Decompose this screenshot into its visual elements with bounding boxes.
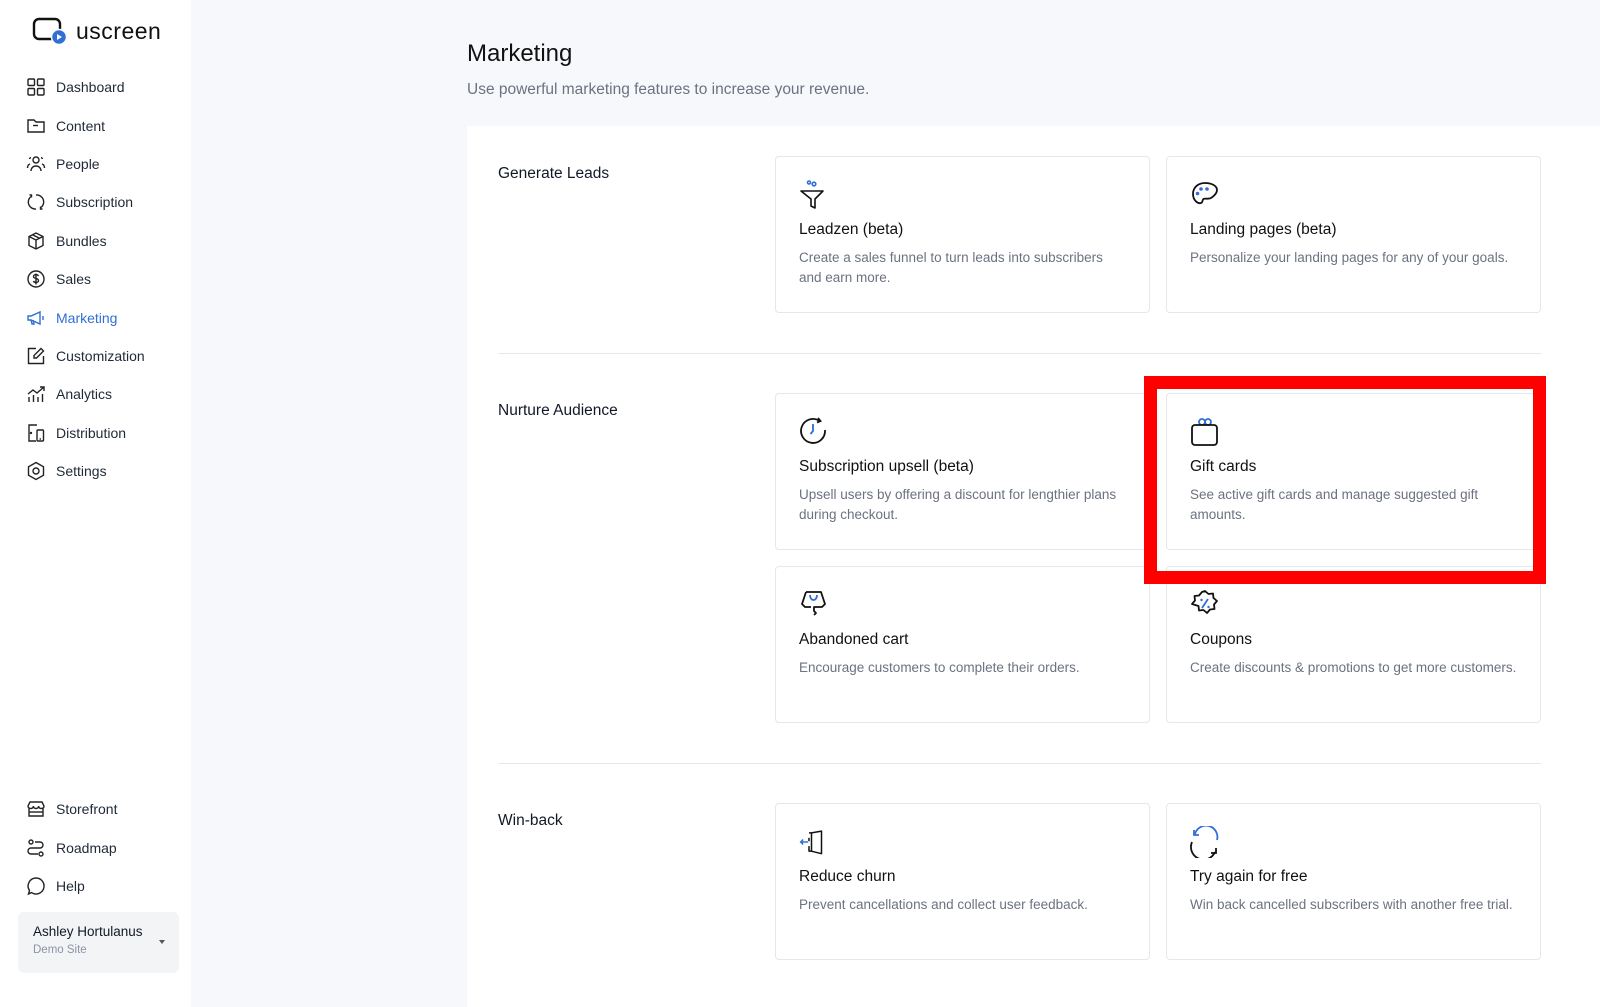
section-label-win-back: Win-back <box>498 812 563 829</box>
caret-down-icon <box>159 940 165 944</box>
sidebar-item-label: Subscription <box>56 194 134 211</box>
roadmap-icon <box>27 838 44 857</box>
card-gift-cards[interactable]: Gift cards See active gift cards and man… <box>1166 393 1541 550</box>
section-divider <box>498 763 1541 764</box>
sidebar-item-label: Roadmap <box>56 839 117 856</box>
card-title: Gift cards <box>1190 458 1257 475</box>
dollar-circle-icon <box>27 270 45 288</box>
card-description: Win back cancelled subscribers with anot… <box>1190 897 1513 912</box>
sidebar-item-settings[interactable]: Settings <box>26 452 145 490</box>
account-switcher[interactable]: Ashley Hortulanus Demo Site <box>18 912 179 973</box>
sidebar-item-label: Bundles <box>56 232 107 249</box>
uscreen-logo-icon <box>32 17 68 46</box>
card-title: Coupons <box>1190 631 1253 648</box>
sidebar-item-label: Storefront <box>56 801 118 818</box>
sidebar-item-people[interactable]: People <box>26 145 145 183</box>
card-description: Create discounts & promotions to get mor… <box>1190 660 1517 675</box>
card-title: Leadzen (beta) <box>799 221 904 238</box>
card-abandoned-cart[interactable]: Abandoned cart Encourage customers to co… <box>775 566 1150 723</box>
sidebar-item-subscription[interactable]: Subscription <box>26 183 145 221</box>
sidebar-item-label: Settings <box>56 463 107 480</box>
card-subscription-upsell[interactable]: Subscription upsell (beta) Upsell users … <box>775 393 1150 550</box>
card-title: Landing pages (beta) <box>1190 221 1337 238</box>
sidebar-item-dashboard[interactable]: Dashboard <box>26 68 145 106</box>
sidebar-item-label: People <box>56 155 100 172</box>
dashboard-grid-icon <box>27 78 45 96</box>
card-title: Abandoned cart <box>799 631 909 648</box>
subscription-cycle-icon <box>27 194 45 211</box>
page-title: Marketing <box>467 40 573 67</box>
sidebar-item-label: Dashboard <box>56 79 125 96</box>
card-coupons[interactable]: Coupons Create discounts & promotions to… <box>1166 566 1541 723</box>
devices-icon <box>28 424 45 442</box>
gift-icon <box>1191 418 1218 446</box>
logo[interactable]: uscreen <box>32 16 161 46</box>
megaphone-icon <box>27 310 44 325</box>
card-title: Subscription upsell (beta) <box>799 458 974 475</box>
account-name: Ashley Hortulanus <box>33 924 143 939</box>
funnel-icon <box>800 180 824 209</box>
sidebar-item-label: Distribution <box>56 424 127 441</box>
percent-badge-icon <box>1191 590 1218 614</box>
box-icon <box>28 231 44 250</box>
sidebar-item-analytics[interactable]: Analytics <box>26 375 145 413</box>
account-site: Demo Site <box>33 944 87 956</box>
brand-name: uscreen <box>76 17 162 44</box>
retry-arrows-icon <box>1190 826 1219 858</box>
card-reduce-churn[interactable]: Reduce churn Prevent cancellations and c… <box>775 803 1150 960</box>
settings-hexagon-icon <box>27 461 45 481</box>
section-divider <box>498 353 1541 354</box>
section-label-generate-leads: Generate Leads <box>498 165 610 182</box>
card-description: Prevent cancellations and collect user f… <box>799 897 1088 912</box>
shopping-bag-icon <box>801 591 826 616</box>
sidebar-item-bundles[interactable]: Bundles <box>26 222 145 260</box>
sidebar-item-sales[interactable]: Sales <box>26 260 145 298</box>
sidebar-item-label: Analytics <box>56 386 113 403</box>
sidebar-item-label: Marketing <box>56 309 118 326</box>
sidebar-nav: Dashboard Content People Subscription Bu… <box>26 68 145 490</box>
sidebar-item-marketing[interactable]: Marketing <box>26 298 145 336</box>
clock-refresh-icon <box>800 417 826 444</box>
analytics-chart-icon <box>27 386 45 403</box>
card-description: Upsell users by offering a discount for … <box>799 487 1117 522</box>
palette-icon <box>1192 182 1218 205</box>
card-description: Personalize your landing pages for any o… <box>1190 250 1509 265</box>
card-title: Try again for free <box>1190 868 1308 885</box>
exit-door-icon <box>799 830 823 855</box>
people-icon <box>26 156 46 172</box>
card-leadzen[interactable]: Leadzen (beta) Create a sales funnel to … <box>775 156 1150 313</box>
card-try-again-for-free[interactable]: Try again for free Win back cancelled su… <box>1166 803 1541 960</box>
card-description: Encourage customers to complete their or… <box>799 660 1080 675</box>
sidebar-item-label: Content <box>56 117 106 134</box>
sidebar-item-label: Customization <box>56 347 145 364</box>
sidebar-bottom-nav: Storefront Roadmap Help <box>26 790 117 905</box>
chat-bubble-icon <box>27 877 45 896</box>
page-subtitle: Use powerful marketing features to incre… <box>467 81 870 98</box>
sidebar-item-label: Help <box>56 877 85 894</box>
sidebar-item-content[interactable]: Content <box>26 106 145 144</box>
folder-icon <box>27 118 45 133</box>
sidebar-item-distribution[interactable]: Distribution <box>26 414 145 452</box>
storefront-icon <box>27 801 45 817</box>
card-description: See active gift cards and manage suggest… <box>1190 487 1479 522</box>
card-title: Reduce churn <box>799 868 896 885</box>
edit-square-icon <box>27 347 45 365</box>
sidebar-item-roadmap[interactable]: Roadmap <box>26 828 117 866</box>
sidebar-item-storefront[interactable]: Storefront <box>26 790 117 828</box>
sidebar-item-customization[interactable]: Customization <box>26 337 145 375</box>
sidebar: uscreen Dashboard Content People Subscri… <box>0 0 191 1007</box>
card-description: Create a sales funnel to turn leads into… <box>799 250 1103 285</box>
sidebar-item-help[interactable]: Help <box>26 867 117 905</box>
section-label-nurture-audience: Nurture Audience <box>498 402 618 419</box>
sidebar-item-label: Sales <box>56 271 92 288</box>
card-landing-pages[interactable]: Landing pages (beta) Personalize your la… <box>1166 156 1541 313</box>
